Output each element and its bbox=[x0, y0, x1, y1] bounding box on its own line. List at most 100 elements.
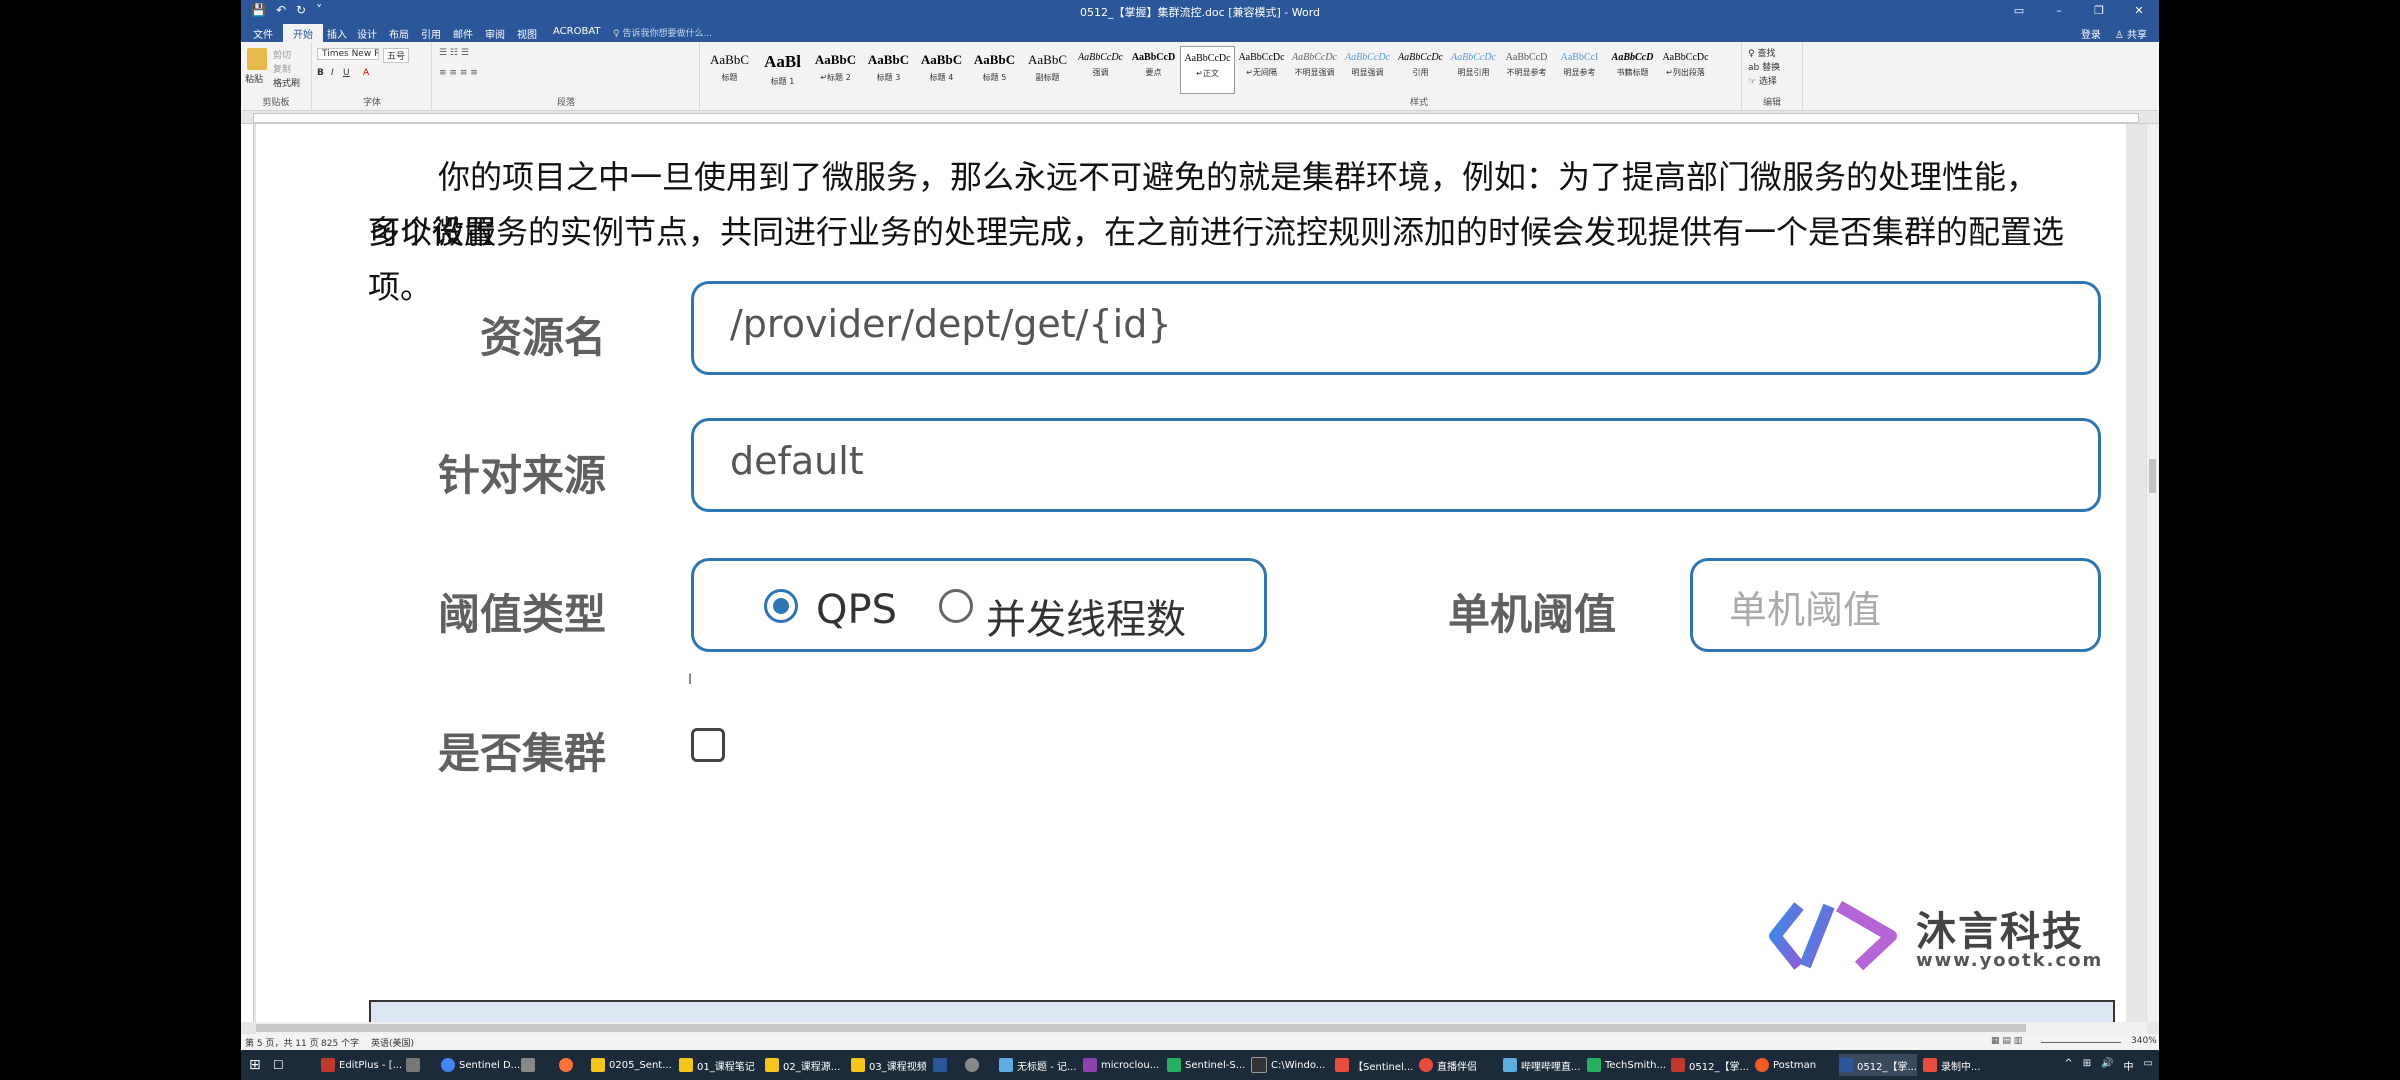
select-button[interactable]: ☞ 选择 bbox=[1748, 74, 1777, 87]
threads-radio bbox=[939, 589, 973, 623]
window-controls: ▭ – ❐ ✕ bbox=[1999, 0, 2159, 22]
tab-mailings[interactable]: 邮件 bbox=[453, 26, 473, 41]
taskbar-item-browser-icon[interactable] bbox=[965, 1054, 979, 1076]
language-indicator[interactable]: 英语(美国) bbox=[371, 1036, 414, 1049]
zoom-slider[interactable] bbox=[2041, 1042, 2121, 1043]
taskbar-item-explorer-icon[interactable] bbox=[521, 1054, 535, 1076]
paragraph-group: ☰ ☷ ☰ ≡ ≡ ≡ ≡ 段落 bbox=[433, 42, 700, 110]
resource-name-input: /provider/dept/get/{id} bbox=[691, 281, 2101, 375]
limit-source-input: default bbox=[691, 418, 2101, 512]
taskbar-item-techsmith[interactable]: TechSmith... bbox=[1587, 1054, 1666, 1076]
font-name-select[interactable]: Times New R bbox=[317, 48, 379, 60]
font-color-icon[interactable]: A bbox=[363, 68, 369, 78]
taskbar-item-sentinel-s[interactable]: Sentinel-S... bbox=[1167, 1054, 1245, 1076]
tray-network-icon[interactable]: ⊞ bbox=[2083, 1058, 2091, 1073]
qps-radio bbox=[764, 589, 798, 623]
share-button[interactable]: ♙ 共享 bbox=[2115, 26, 2147, 41]
status-bar: 第 5 页，共 11 页 825 个字 英语(美国) ▦ ▤ ▥ 340% bbox=[241, 1034, 2159, 1050]
font-group: Times New R 五号 B I U A 字体 bbox=[313, 42, 432, 110]
threshold-type-radio-group: QPS 并发线程数 bbox=[691, 558, 1267, 652]
start-button[interactable]: ⊞ bbox=[249, 1054, 261, 1076]
text-cursor-icon: I bbox=[688, 672, 693, 688]
taskbar-item-pdf[interactable]: 0512_【掌... bbox=[1671, 1054, 1749, 1076]
close-button[interactable]: ✕ bbox=[2119, 0, 2159, 22]
italic-button[interactable]: I bbox=[331, 68, 334, 78]
cluster-mode-label: 是否集群 bbox=[437, 729, 606, 778]
taskbar-item-cmd[interactable]: C:\Windo... bbox=[1251, 1054, 1325, 1076]
word-count[interactable]: 825 个字 bbox=[321, 1036, 359, 1049]
styles-group: 样式 bbox=[701, 42, 2137, 110]
taskbar-item-photoshop-icon[interactable] bbox=[933, 1054, 947, 1076]
paste-icon[interactable] bbox=[247, 48, 267, 70]
paste-button[interactable]: 粘贴 bbox=[245, 72, 263, 85]
taskbar-item-folder-video[interactable]: 03_课程视频 bbox=[851, 1054, 927, 1076]
paragraph-group-label: 段落 bbox=[556, 98, 575, 108]
threads-radio-label: 并发线程数 bbox=[986, 597, 1186, 643]
underline-button[interactable]: U bbox=[343, 68, 350, 78]
tray-volume-icon[interactable]: 🔊 bbox=[2101, 1058, 2113, 1073]
clipboard-group-label: 剪贴板 bbox=[262, 98, 290, 108]
bullets-icon[interactable]: ☰ ☷ ☰ bbox=[439, 48, 469, 58]
horizontal-ruler[interactable] bbox=[241, 111, 2159, 124]
vertical-ruler[interactable] bbox=[241, 124, 254, 1022]
tray-expand-icon[interactable]: ^ bbox=[2064, 1058, 2072, 1073]
system-tray: ^ ⊞ 🔊 中 ▭ bbox=[2064, 1058, 2153, 1073]
copy-button[interactable]: 复制 bbox=[273, 62, 291, 75]
align-icons[interactable]: ≡ ≡ ≡ ≡ bbox=[439, 68, 478, 78]
vertical-scrollbar[interactable] bbox=[2146, 124, 2159, 1022]
title-bar: 💾 ↶ ↻ ˅ 0512_【掌握】集群流控.doc [兼容模式] - Word … bbox=[241, 0, 2159, 22]
yootk-logo-icon bbox=[1769, 900, 1897, 971]
tab-design[interactable]: 设计 bbox=[357, 26, 377, 41]
taskbar-item-notepad[interactable]: 无标题 - 记... bbox=[999, 1054, 1077, 1076]
threshold-type-label: 阈值类型 bbox=[437, 590, 606, 639]
taskbar-item-postman[interactable]: Postman bbox=[1755, 1054, 1816, 1076]
taskbar-item-live-helper[interactable]: 直播伴侣 bbox=[1419, 1054, 1477, 1076]
minimize-button[interactable]: – bbox=[2039, 0, 2079, 22]
taskbar-item-word[interactable]: 0512_【掌... bbox=[1839, 1054, 1917, 1076]
ribbon-display-icon[interactable]: ▭ bbox=[1999, 0, 2039, 22]
tab-view[interactable]: 视图 bbox=[517, 26, 537, 41]
cut-button[interactable]: 剪切 bbox=[273, 48, 291, 61]
sign-in-link[interactable]: 登录 bbox=[2081, 26, 2101, 41]
taskbar-item-bilibili[interactable]: 哔哩哔哩直... bbox=[1503, 1054, 1581, 1076]
tab-acrobat[interactable]: ACROBAT bbox=[553, 26, 601, 37]
cluster-mode-checkbox bbox=[691, 728, 725, 762]
format-painter-button[interactable]: 格式刷 bbox=[273, 76, 300, 89]
zoom-level[interactable]: 340% bbox=[2131, 1036, 2157, 1046]
tab-file[interactable]: 文件 bbox=[253, 26, 273, 41]
tab-insert[interactable]: 插入 bbox=[327, 26, 347, 41]
maximize-button[interactable]: ❐ bbox=[2079, 0, 2119, 22]
document-page[interactable]: 你的项目之中一旦使用到了微服务，那么永远不可避免的就是集群环境，例如：为了提高部… bbox=[256, 124, 2126, 1044]
tab-layout[interactable]: 布局 bbox=[389, 26, 409, 41]
editing-group-label: 编辑 bbox=[1762, 98, 1781, 108]
taskbar-item-notepad-icon[interactable] bbox=[406, 1054, 420, 1076]
find-button[interactable]: ♀ 查找 bbox=[1748, 46, 1775, 59]
font-size-select[interactable]: 五号 bbox=[383, 48, 410, 63]
taskbar-item-editplus[interactable]: EditPlus - [... bbox=[321, 1054, 402, 1076]
taskbar-item-folder-0205[interactable]: 0205_Sent... bbox=[591, 1054, 672, 1076]
taskbar-item-microcloud[interactable]: microclou... bbox=[1083, 1054, 1159, 1076]
resource-name-label: 资源名 bbox=[479, 313, 606, 362]
editing-group: ♀ 查找 ab 替换 ☞ 选择 编辑 bbox=[1741, 42, 1803, 110]
taskbar-item-sentinel-doc[interactable]: 【Sentinel... bbox=[1335, 1054, 1413, 1076]
tab-home[interactable]: 开始 bbox=[283, 24, 323, 43]
taskbar-item-recording[interactable]: 录制中... bbox=[1923, 1054, 1981, 1076]
view-mode-icons[interactable]: ▦ ▤ ▥ bbox=[1991, 1036, 2022, 1046]
tell-me-search[interactable]: ♀ 告诉我你想要做什么... bbox=[613, 26, 712, 39]
ribbon-home: 粘贴 剪切 复制 格式刷 剪贴板 Times New R 五号 B I U A … bbox=[241, 42, 2159, 111]
taskbar-item-chrome[interactable]: Sentinel D... bbox=[441, 1054, 520, 1076]
tray-notification-icon[interactable]: ▭ bbox=[2144, 1058, 2153, 1073]
windows-taskbar: ⊞ ☐ EditPlus - [... Sentinel D... 0205_S… bbox=[241, 1050, 2159, 1080]
horizontal-scrollbar[interactable] bbox=[256, 1022, 2147, 1034]
tray-ime-icon[interactable]: 中 bbox=[2124, 1058, 2134, 1073]
replace-button[interactable]: ab 替换 bbox=[1748, 60, 1780, 73]
tab-references[interactable]: 引用 bbox=[421, 26, 441, 41]
taskbar-item-folder-notes[interactable]: 01_课程笔记 bbox=[679, 1054, 755, 1076]
page-count[interactable]: 第 5 页，共 11 页 bbox=[245, 1036, 319, 1049]
taskbar-item-folder-source[interactable]: 02_课程源... bbox=[765, 1054, 840, 1076]
word-window: 💾 ↶ ↻ ˅ 0512_【掌握】集群流控.doc [兼容模式] - Word … bbox=[241, 0, 2159, 1080]
bold-button[interactable]: B bbox=[317, 68, 324, 78]
task-view-icon[interactable]: ☐ bbox=[273, 1054, 284, 1076]
taskbar-item-firefox-icon[interactable] bbox=[559, 1054, 573, 1076]
tab-review[interactable]: 审阅 bbox=[485, 26, 505, 41]
